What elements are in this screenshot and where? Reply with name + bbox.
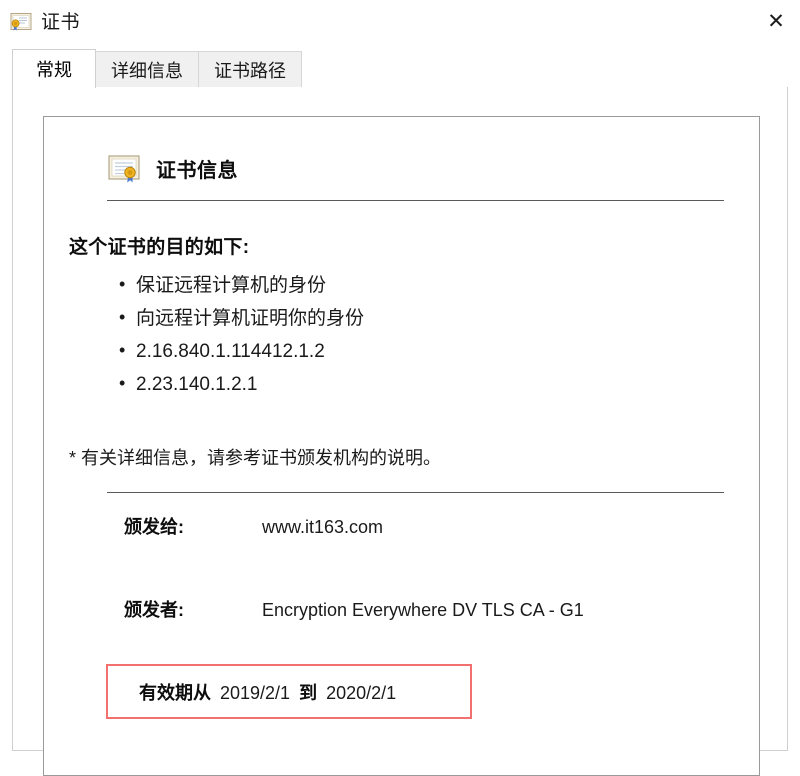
valid-from-value: 2019/2/1 [220,682,291,703]
purpose-footnote: * 有关详细信息，请参考证书颁发机构的说明。 [69,448,442,468]
certificate-info-card: 证书信息 这个证书的目的如下: 保证远程计算机的身份 向远程计算机证明你的身份 … [43,116,760,776]
certificate-info-header: 证书信息 [107,151,238,185]
issued-to-row: 颁发给: www.it163.com [124,513,383,539]
list-item: 2.16.840.1.114412.1.2 [119,334,364,368]
issued-by-value: Encryption Everywhere DV TLS CA - G1 [262,600,584,620]
title-bar: 证书 ✕ [0,0,800,44]
certificate-icon [10,12,32,32]
close-icon: ✕ [767,8,785,33]
tab-list: 常规 详细信息 证书路径 [12,49,302,88]
tab-panel-general: 证书信息 这个证书的目的如下: 保证远程计算机的身份 向远程计算机证明你的身份 … [12,87,788,776]
certificate-dialog: 证书 ✕ 常规 详细信息 证书路径 证书信息 这个证书的目的如下: • 保证远程… [0,0,800,776]
issued-to-label: 颁发给: [124,517,184,537]
validity-period-row: 有效期从 2019/2/1 到 2020/2/1 [108,679,405,705]
issued-to-value: www.it163.com [262,517,384,537]
subject-divider [107,492,724,493]
validity-prefix-label: 有效期从 [139,682,211,703]
tab-details[interactable]: 详细信息 [95,51,199,88]
list-item: 保证远程计算机的身份 [119,268,364,302]
issued-by-label: 颁发者: [124,600,184,620]
list-item: 2.23.140.1.2.1 [119,367,364,401]
certificate-icon [107,151,141,185]
tab-general[interactable]: 常规 [12,49,96,88]
certificate-info-title: 证书信息 [156,159,238,182]
issued-by-row: 颁发者: Encryption Everywhere DV TLS CA - G… [124,596,584,622]
list-item: 向远程计算机证明你的身份 [119,301,364,335]
window-title: 证书 [41,11,81,33]
validity-period-highlight: 有效期从 2019/2/1 到 2020/2/1 [106,664,472,719]
close-button[interactable]: ✕ [752,0,800,42]
valid-to-value: 2020/2/1 [326,682,397,703]
tab-strip: 常规 详细信息 证书路径 [12,49,788,88]
tab-certification-path[interactable]: 证书路径 [198,51,302,88]
validity-middle-label: 到 [299,682,318,703]
title-bar-left: 证书 [0,12,80,32]
purpose-list: 保证远程计算机的身份 向远程计算机证明你的身份 2.16.840.1.11441… [119,268,364,401]
purpose-heading: 这个证书的目的如下: [69,237,250,258]
header-divider [107,200,724,201]
